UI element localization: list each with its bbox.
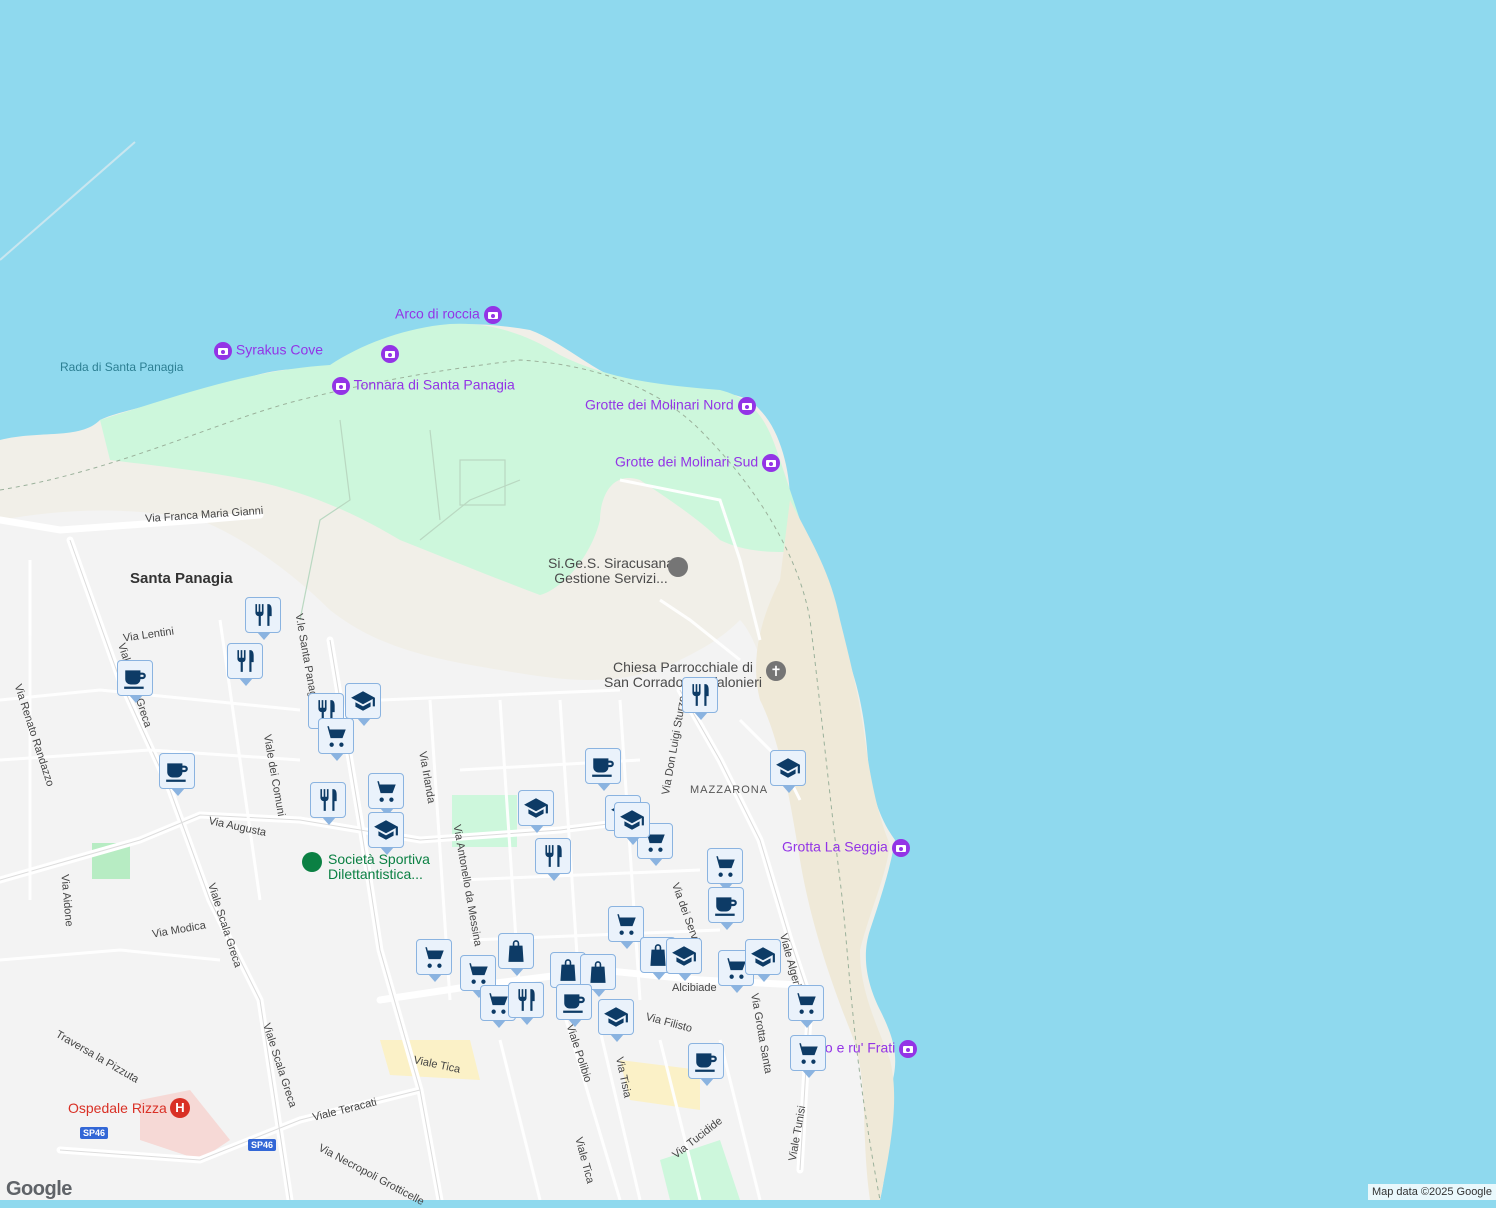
shopping-bag-icon — [503, 938, 529, 964]
school-icon — [619, 807, 645, 833]
poi-label[interactable]: Tonnara di Santa Panagia — [332, 377, 515, 395]
map-marker[interactable] — [682, 677, 718, 720]
poi-label[interactable]: Syrakus Cove — [214, 342, 323, 360]
camera-icon — [381, 345, 399, 363]
map-marker[interactable] — [688, 1043, 724, 1086]
route-badge: SP46 — [80, 1127, 109, 1139]
shopping-cart-icon — [323, 723, 349, 749]
shopping-cart-icon — [373, 778, 399, 804]
cafe-icon — [561, 989, 587, 1015]
map-marker[interactable] — [416, 939, 452, 982]
poi-label[interactable]: Grotta La Seggia — [782, 839, 910, 857]
shopping-cart-icon — [465, 960, 491, 986]
cafe-icon — [164, 758, 190, 784]
restaurant-icon — [513, 987, 539, 1013]
shopping-bag-icon — [555, 957, 581, 983]
shopping-bag-icon — [585, 959, 611, 985]
camera-icon — [891, 839, 910, 857]
camera-icon — [483, 306, 502, 324]
water-label: Rada di Santa Panagia — [60, 360, 184, 374]
cafe-icon — [713, 892, 739, 918]
shopping-cart-icon — [793, 990, 819, 1016]
map-base — [0, 141, 896, 1200]
shopping-cart-icon — [712, 853, 738, 879]
cafe-icon — [122, 665, 148, 691]
map-canvas[interactable]: Rada di Santa Panagia Arco di roccia Syr… — [0, 0, 1496, 1208]
map-marker[interactable] — [790, 1035, 826, 1078]
school-icon — [523, 795, 549, 821]
camera-icon — [899, 1040, 918, 1058]
map-marker[interactable] — [788, 985, 824, 1028]
google-logo: Google — [6, 1178, 72, 1200]
map-marker[interactable] — [608, 906, 644, 949]
poi-label[interactable]: Società Sportiva Dilettantistica... — [328, 851, 430, 883]
shopping-cart-icon — [613, 911, 639, 937]
poi-label[interactable]: Ospedale Rizza — [68, 1101, 167, 1115]
map-marker[interactable] — [585, 748, 621, 791]
map-marker[interactable] — [159, 753, 195, 796]
map-marker[interactable] — [708, 887, 744, 930]
school-icon — [350, 688, 376, 714]
route-badge: SP46 — [248, 1139, 277, 1151]
poi-name: Tonnara di Santa Panagia — [353, 376, 515, 393]
district-label: Santa Panagia — [130, 570, 233, 587]
map-marker[interactable] — [368, 812, 404, 855]
poi-name: Syrakus Cove — [235, 341, 324, 358]
restaurant-icon — [687, 682, 713, 708]
poi-marker[interactable] — [381, 345, 399, 363]
map-marker[interactable] — [707, 848, 743, 891]
restaurant-icon — [540, 843, 566, 869]
cafe-icon — [590, 753, 616, 779]
map-marker[interactable] — [498, 933, 534, 976]
school-icon — [775, 755, 801, 781]
shopping-cart-icon — [421, 944, 447, 970]
map-marker[interactable] — [556, 984, 592, 1027]
school-icon — [373, 817, 399, 843]
sports-icon[interactable] — [302, 852, 322, 872]
map-attribution[interactable]: Map data ©2025 Google — [1367, 1184, 1496, 1200]
poi-label[interactable]: Grotte dei Molinari Nord — [585, 397, 756, 415]
poi-label[interactable]: Arco di roccia — [395, 306, 502, 324]
cafe-icon — [693, 1048, 719, 1074]
map-marker[interactable] — [318, 718, 354, 761]
map-marker[interactable] — [345, 683, 381, 726]
poi-name: Grotta La Seggia — [782, 838, 888, 855]
map-marker[interactable] — [368, 773, 404, 816]
map-marker[interactable] — [598, 999, 634, 1042]
map-marker[interactable] — [666, 938, 702, 981]
camera-icon — [762, 454, 781, 472]
map-marker[interactable] — [310, 782, 346, 825]
map-marker[interactable] — [117, 660, 153, 703]
camera-icon — [332, 377, 350, 395]
map-marker[interactable] — [535, 838, 571, 881]
shopping-cart-icon — [795, 1040, 821, 1066]
poi-label[interactable]: Grotte dei Molinari Sud — [615, 453, 781, 472]
map-marker[interactable] — [614, 802, 650, 845]
map-marker[interactable] — [508, 982, 544, 1025]
school-icon — [750, 944, 776, 970]
map-marker[interactable] — [245, 597, 281, 640]
school-icon — [603, 1004, 629, 1030]
breakwater — [0, 141, 136, 261]
poi-name: Arco di roccia — [395, 305, 480, 322]
street-label: Alcibiade — [672, 982, 717, 994]
church-icon[interactable]: ✝ — [766, 661, 786, 681]
restaurant-icon — [232, 648, 258, 674]
poi-name: Grotte dei Molinari Sud — [615, 453, 759, 470]
location-pin-icon[interactable] — [668, 557, 688, 577]
camera-icon — [737, 397, 756, 415]
camera-icon — [214, 342, 232, 360]
map-marker[interactable] — [770, 750, 806, 793]
poi-name: Grotte dei Molinari Nord — [585, 396, 734, 413]
map-marker[interactable] — [518, 790, 554, 833]
hospital-icon[interactable]: H — [170, 1098, 190, 1118]
school-icon — [671, 943, 697, 969]
poi-label[interactable]: Si.Ge.S. Siracusana Gestione Servizi... — [548, 555, 674, 587]
map-marker[interactable] — [745, 939, 781, 982]
restaurant-icon — [315, 787, 341, 813]
restaurant-icon — [250, 602, 276, 628]
map-marker[interactable] — [227, 643, 263, 686]
neighborhood-label: MAZZARONA — [690, 784, 769, 796]
